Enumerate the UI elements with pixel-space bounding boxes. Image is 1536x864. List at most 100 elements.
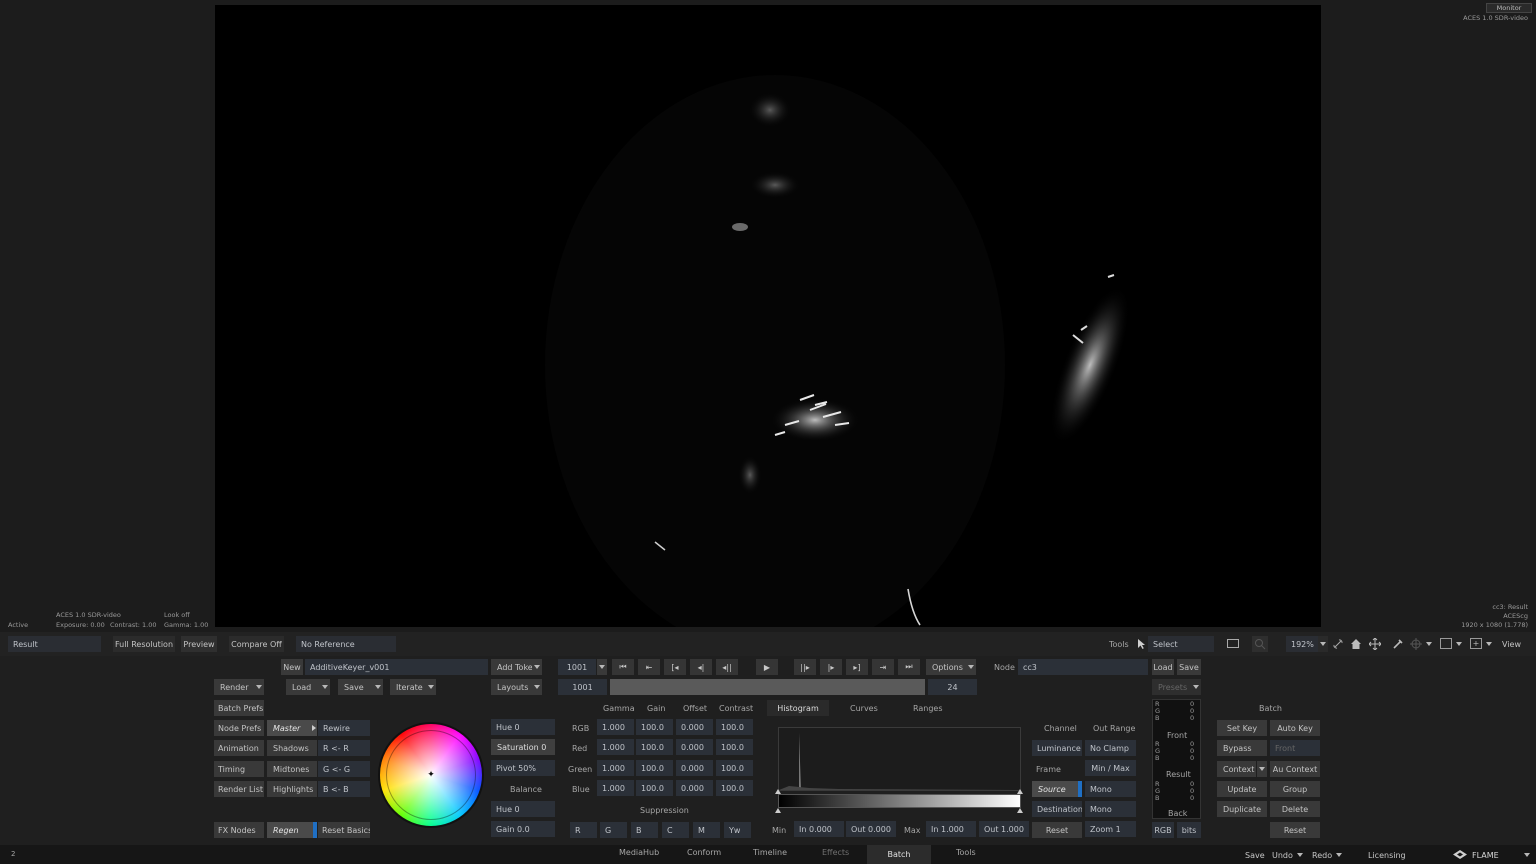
render-dropdown[interactable] — [254, 679, 264, 695]
range-start-field[interactable]: 1001 — [558, 679, 607, 695]
histogram-min-handle-icon[interactable] — [775, 789, 781, 794]
fx-nodes-button[interactable]: FX Nodes — [214, 822, 264, 838]
red-contrast-field[interactable]: 100.0 — [716, 739, 753, 755]
transport-forward-icon[interactable]: ||▸ — [794, 659, 816, 675]
transport-play-icon[interactable]: ▶ — [756, 659, 778, 675]
saturation-field[interactable]: Saturation 0 — [491, 739, 555, 755]
tab-master[interactable]: Master — [267, 720, 317, 736]
au-context-button[interactable]: Au Context — [1270, 761, 1320, 777]
layouts-dropdown[interactable] — [532, 679, 542, 695]
auto-key-button[interactable]: Auto Key — [1270, 720, 1320, 736]
cursor-arrow-icon[interactable] — [1137, 638, 1146, 650]
readout-bits-button[interactable]: bits — [1177, 822, 1201, 838]
front-field[interactable]: Front — [1270, 740, 1320, 756]
red-offset-field[interactable]: 0.000 — [676, 739, 713, 755]
no-clamp-button[interactable]: No Clamp — [1085, 740, 1136, 756]
rewire-field[interactable]: Rewire — [318, 720, 370, 736]
source-mono-button[interactable]: Mono — [1085, 781, 1136, 797]
transport-in-point-icon[interactable]: [◂ — [664, 659, 686, 675]
save-button[interactable]: Save — [338, 679, 373, 695]
home-icon[interactable] — [1350, 638, 1362, 650]
rewire-b-field[interactable]: B <- B — [318, 781, 370, 797]
min-in-field[interactable]: In 0.000 — [794, 821, 844, 837]
max-in-field[interactable]: In 1.000 — [926, 821, 976, 837]
select-tool[interactable]: Select — [1148, 636, 1214, 652]
node-load-button[interactable]: Load — [1152, 659, 1174, 675]
max-out-field[interactable]: Out 1.000 — [979, 821, 1029, 837]
source-button[interactable]: Source — [1032, 781, 1078, 797]
luminance-button[interactable]: Luminance — [1032, 740, 1082, 756]
magnifier-icon[interactable] — [1252, 636, 1268, 652]
green-contrast-field[interactable]: 100.0 — [716, 760, 753, 776]
redo-dropdown[interactable] — [1334, 847, 1344, 863]
histogram-graph[interactable] — [778, 727, 1021, 791]
node-save-button[interactable]: Save — [1177, 659, 1201, 675]
tab-timeline[interactable]: Timeline — [753, 848, 787, 857]
frame-dropdown[interactable] — [597, 659, 607, 675]
reference-selector[interactable]: No Reference — [296, 636, 396, 652]
rgb-gain-field[interactable]: 100.0 — [636, 719, 673, 735]
add-token-button[interactable]: Add Token — [491, 659, 533, 675]
iterate-dropdown[interactable] — [426, 679, 436, 695]
histogram-reset-button[interactable]: Reset — [1032, 822, 1082, 838]
rgb-contrast-field[interactable]: 100.0 — [716, 719, 753, 735]
zoom-field-histogram[interactable]: Zoom 1 — [1085, 821, 1136, 837]
compare-button[interactable]: Compare Off — [229, 636, 284, 652]
layout-icon[interactable] — [1440, 638, 1452, 649]
monitor-label[interactable]: Monitor — [1486, 3, 1532, 13]
zoom-field[interactable]: 192% — [1286, 636, 1318, 652]
app-menu-dropdown[interactable] — [1522, 847, 1532, 863]
suppress-m-button[interactable]: M — [693, 822, 720, 838]
undo-dropdown[interactable] — [1295, 847, 1305, 863]
node-name-field[interactable]: cc3 — [1018, 659, 1148, 675]
target-dropdown[interactable] — [1424, 636, 1434, 652]
green-gamma-field[interactable]: 1.000 — [597, 760, 634, 776]
transport-prev-frame-icon[interactable]: ◂| — [690, 659, 712, 675]
hue-field[interactable]: Hue 0 — [491, 719, 555, 735]
tab-batch[interactable]: Batch — [867, 845, 931, 864]
move-icon[interactable] — [1368, 637, 1382, 651]
context-button[interactable]: Context — [1217, 761, 1256, 777]
bypass-button[interactable]: Bypass — [1217, 740, 1267, 756]
tab-regen[interactable]: Regen — [267, 822, 313, 838]
new-button[interactable]: New — [281, 659, 303, 675]
readout-rgb-button[interactable]: RGB — [1152, 822, 1174, 838]
batch-prefs-button[interactable]: Batch Prefs — [214, 700, 264, 716]
link-icon[interactable] — [1332, 638, 1344, 650]
min-out-field[interactable]: Out 0.000 — [846, 821, 896, 837]
transport-next-keyframe-icon[interactable]: ⏭ — [898, 659, 920, 675]
range-end-field[interactable]: 24 — [928, 679, 977, 695]
presets-button[interactable]: Presets — [1152, 679, 1191, 695]
bottom-undo-button[interactable]: Undo — [1272, 851, 1293, 860]
blue-gamma-field[interactable]: 1.000 — [597, 780, 634, 796]
color-wheel[interactable]: ✦ — [378, 722, 484, 828]
tab-curves[interactable]: Curves — [850, 704, 878, 713]
eyedropper-icon[interactable] — [1392, 638, 1404, 650]
tab-tools[interactable]: Tools — [956, 848, 976, 857]
reset-basics-button[interactable]: Reset Basics — [318, 822, 370, 838]
balance-hue-field[interactable]: Hue 0 — [491, 801, 555, 817]
suppress-yw-button[interactable]: Yw — [724, 822, 751, 838]
current-frame-field[interactable]: 1001 — [558, 659, 596, 675]
red-gamma-field[interactable]: 1.000 — [597, 739, 634, 755]
presets-dropdown[interactable] — [1191, 679, 1201, 695]
node-prefs-button[interactable]: Node Prefs — [214, 720, 264, 736]
tab-shadows[interactable]: Shadows — [267, 740, 317, 756]
setup-name-field[interactable]: AdditiveKeyer_v001 — [305, 659, 488, 675]
blue-contrast-field[interactable]: 100.0 — [716, 780, 753, 796]
iterate-button[interactable]: Iterate — [390, 679, 426, 695]
full-resolution-button[interactable]: Full Resolution — [113, 636, 175, 652]
set-key-button[interactable]: Set Key — [1217, 720, 1267, 736]
pivot-field[interactable]: Pivot 50% — [491, 760, 555, 776]
rewire-r-field[interactable]: R <- R — [318, 740, 370, 756]
timing-button[interactable]: Timing — [214, 761, 264, 777]
transport-reverse-icon[interactable]: ◂|| — [716, 659, 738, 675]
render-list-button[interactable]: Render List — [214, 781, 264, 797]
transport-next-frame-icon[interactable]: |▸ — [820, 659, 842, 675]
bottom-redo-button[interactable]: Redo — [1312, 851, 1332, 860]
rectangle-icon[interactable] — [1227, 639, 1239, 648]
batch-reset-button[interactable]: Reset — [1270, 822, 1320, 838]
duplicate-button[interactable]: Duplicate — [1217, 801, 1267, 817]
viewer-image[interactable] — [215, 5, 1321, 627]
save-dropdown[interactable] — [373, 679, 383, 695]
